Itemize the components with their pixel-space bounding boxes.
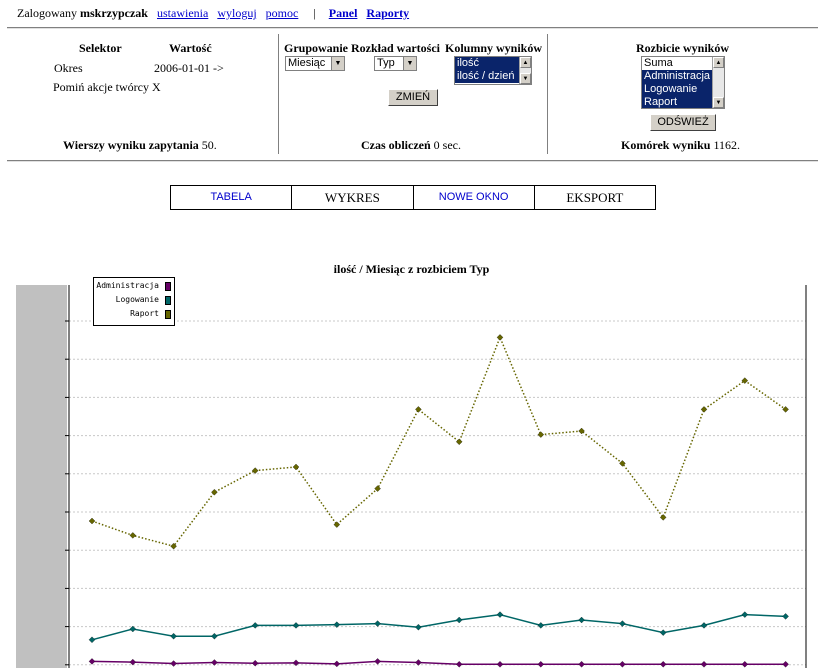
- data-point: [129, 658, 137, 666]
- legend-label-logowanie: Logowanie: [115, 295, 159, 304]
- data-point: [619, 661, 626, 668]
- data-point: [496, 661, 504, 668]
- data-point: [374, 485, 381, 492]
- data-point: [211, 488, 218, 496]
- data-point: [88, 636, 96, 644]
- data-point: [415, 623, 422, 631]
- data-point: [659, 629, 667, 636]
- legend-swatch: [165, 282, 171, 291]
- legend-label-administracja: Administracja: [96, 281, 159, 290]
- data-point: [251, 622, 259, 629]
- data-point: [496, 334, 504, 341]
- data-point: [782, 613, 789, 620]
- data-point: [578, 616, 585, 624]
- data-point: [659, 661, 667, 668]
- chart-legend: Administracja Logowanie Raport: [93, 277, 175, 326]
- data-point: [211, 632, 218, 640]
- data-point: [374, 620, 381, 627]
- line-chart: [65, 285, 807, 668]
- data-point: [659, 514, 667, 521]
- data-point: [129, 532, 137, 539]
- data-point: [782, 406, 789, 413]
- data-point: [415, 659, 422, 666]
- data-point: [741, 611, 749, 618]
- data-point: [374, 658, 381, 665]
- data-point: [537, 431, 545, 438]
- data-point: [292, 463, 300, 471]
- data-point: [251, 467, 259, 474]
- data-point: [700, 622, 708, 629]
- data-point: [211, 659, 218, 666]
- data-point: [88, 517, 96, 525]
- data-point: [455, 661, 463, 668]
- series-line-raport: [91, 335, 787, 548]
- data-point: [578, 661, 585, 668]
- data-point: [88, 658, 96, 665]
- data-point: [455, 616, 463, 624]
- legend-swatch: [165, 296, 171, 305]
- series-line-administracja: [91, 660, 786, 666]
- data-point: [333, 660, 341, 668]
- data-point: [496, 611, 504, 618]
- data-point: [537, 622, 545, 629]
- data-point: [700, 661, 708, 668]
- data-point: [619, 620, 626, 627]
- data-point: [782, 661, 789, 668]
- data-point: [170, 660, 177, 667]
- data-point: [333, 521, 341, 528]
- data-point: [292, 622, 300, 629]
- data-point: [455, 438, 463, 446]
- data-point: [537, 661, 545, 668]
- data-point: [170, 632, 177, 640]
- data-point: [700, 406, 708, 413]
- series-line-logowanie: [91, 613, 786, 641]
- data-point: [415, 406, 422, 413]
- legend-swatch: [165, 310, 171, 319]
- legend-label-raport: Raport: [130, 309, 159, 318]
- data-point: [741, 661, 749, 668]
